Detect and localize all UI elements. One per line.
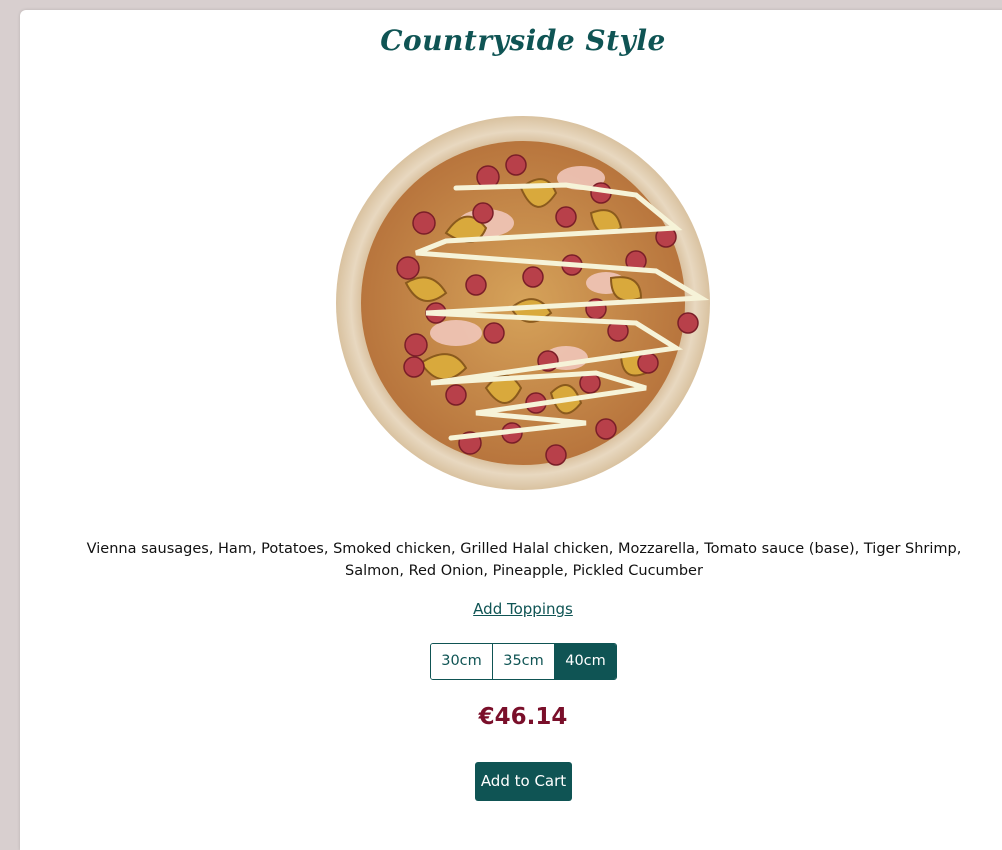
size-option-30cm[interactable]: 30cm	[431, 644, 493, 679]
product-price: €46.14	[478, 704, 568, 730]
add-toppings-link[interactable]: Add Toppings	[20, 600, 1002, 618]
ingredients-text: Vienna sausages, Ham, Potatoes, Smoked c…	[86, 541, 962, 579]
product-title: Countryside Style	[380, 24, 666, 57]
size-selector: 30cm 35cm 40cm	[430, 643, 617, 680]
size-option-35cm[interactable]: 35cm	[493, 644, 555, 679]
pizza-image	[336, 113, 710, 493]
size-option-40cm[interactable]: 40cm	[555, 644, 616, 679]
product-card: Countryside Style Vienna sausages, Ham, …	[20, 10, 1002, 850]
add-to-cart-button[interactable]: Add to Cart	[475, 762, 572, 801]
